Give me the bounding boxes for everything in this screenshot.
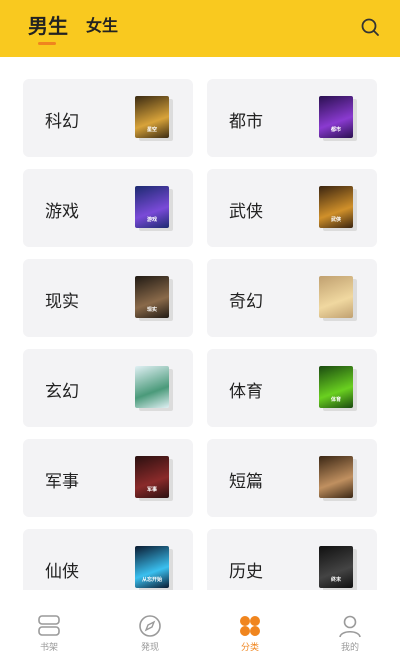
nav-category[interactable]: 分类 bbox=[220, 608, 280, 666]
nav-label: 発现 bbox=[140, 643, 159, 653]
category-card-wuxia[interactable]: 武侠 武侠 bbox=[207, 169, 377, 247]
bookshelf-icon bbox=[38, 615, 60, 636]
profile-icon bbox=[339, 615, 361, 638]
compass-icon bbox=[139, 615, 161, 637]
category-card-short-story[interactable]: 短篇 bbox=[207, 439, 377, 517]
category-card-sports[interactable]: 体育 体育 bbox=[207, 349, 377, 427]
category-label: 体育 bbox=[229, 382, 263, 402]
category-label: 现实 bbox=[45, 292, 79, 312]
category-label: 都市 bbox=[229, 112, 263, 132]
category-card-xianxia[interactable]: 仙侠 从忘开始 bbox=[23, 529, 193, 590]
category-label: 游戏 bbox=[45, 202, 79, 222]
tab-male[interactable]: 男生 bbox=[28, 10, 68, 39]
category-label: 武侠 bbox=[229, 202, 263, 222]
book-cover: 武侠 bbox=[319, 186, 357, 231]
category-card-reality[interactable]: 现实 现实 bbox=[23, 259, 193, 337]
category-card-scifi[interactable]: 科幻 星空 bbox=[23, 79, 193, 157]
category-label: 短篇 bbox=[229, 472, 263, 492]
category-card-urban[interactable]: 都市 都市 bbox=[207, 79, 377, 157]
category-card-xuanhuan[interactable]: 玄幻 bbox=[23, 349, 193, 427]
category-label: 历史 bbox=[229, 562, 263, 582]
category-card-history[interactable]: 历史 终末 bbox=[207, 529, 377, 590]
book-cover: 都市 bbox=[319, 96, 357, 141]
category-label: 奇幻 bbox=[229, 292, 263, 312]
book-cover: 星空 bbox=[135, 96, 173, 141]
nav-profile[interactable]: 我的 bbox=[320, 608, 380, 666]
nav-label: 书架 bbox=[39, 643, 58, 653]
nav-label: 我的 bbox=[340, 643, 359, 653]
category-clover-icon bbox=[240, 616, 260, 636]
nav-discover[interactable]: 発现 bbox=[120, 608, 180, 666]
category-card-game[interactable]: 游戏 游戏 bbox=[23, 169, 193, 247]
category-label: 仙侠 bbox=[45, 562, 79, 582]
book-cover: 游戏 bbox=[135, 186, 173, 231]
book-cover: 从忘开始 bbox=[135, 546, 173, 590]
category-card-military[interactable]: 军事 军事 bbox=[23, 439, 193, 517]
book-cover: 军事 bbox=[135, 456, 173, 501]
book-cover: 终末 bbox=[319, 546, 357, 590]
book-cover bbox=[135, 366, 173, 411]
category-label: 军事 bbox=[45, 472, 79, 492]
book-cover bbox=[319, 456, 357, 501]
nav-bookshelf[interactable]: 书架 bbox=[19, 608, 79, 666]
book-cover bbox=[319, 276, 357, 321]
bottom-nav: 书架 発现 分类 我的 bbox=[0, 608, 400, 666]
nav-label: 分类 bbox=[240, 643, 259, 653]
tab-female[interactable]: 女生 bbox=[86, 12, 118, 36]
category-label: 玄幻 bbox=[45, 382, 79, 402]
book-cover: 现实 bbox=[135, 276, 173, 321]
category-card-fantasy[interactable]: 奇幻 bbox=[207, 259, 377, 337]
active-tab-indicator bbox=[38, 42, 56, 45]
book-cover: 体育 bbox=[319, 366, 357, 411]
category-label: 科幻 bbox=[45, 112, 79, 132]
top-header: 男生 女生 bbox=[0, 0, 400, 57]
category-grid: 科幻 星空 都市 都市 游戏 游戏 武侠 武侠 现实 现实 奇幻 玄幻 体育 体… bbox=[0, 57, 400, 590]
search-icon[interactable] bbox=[360, 17, 380, 37]
